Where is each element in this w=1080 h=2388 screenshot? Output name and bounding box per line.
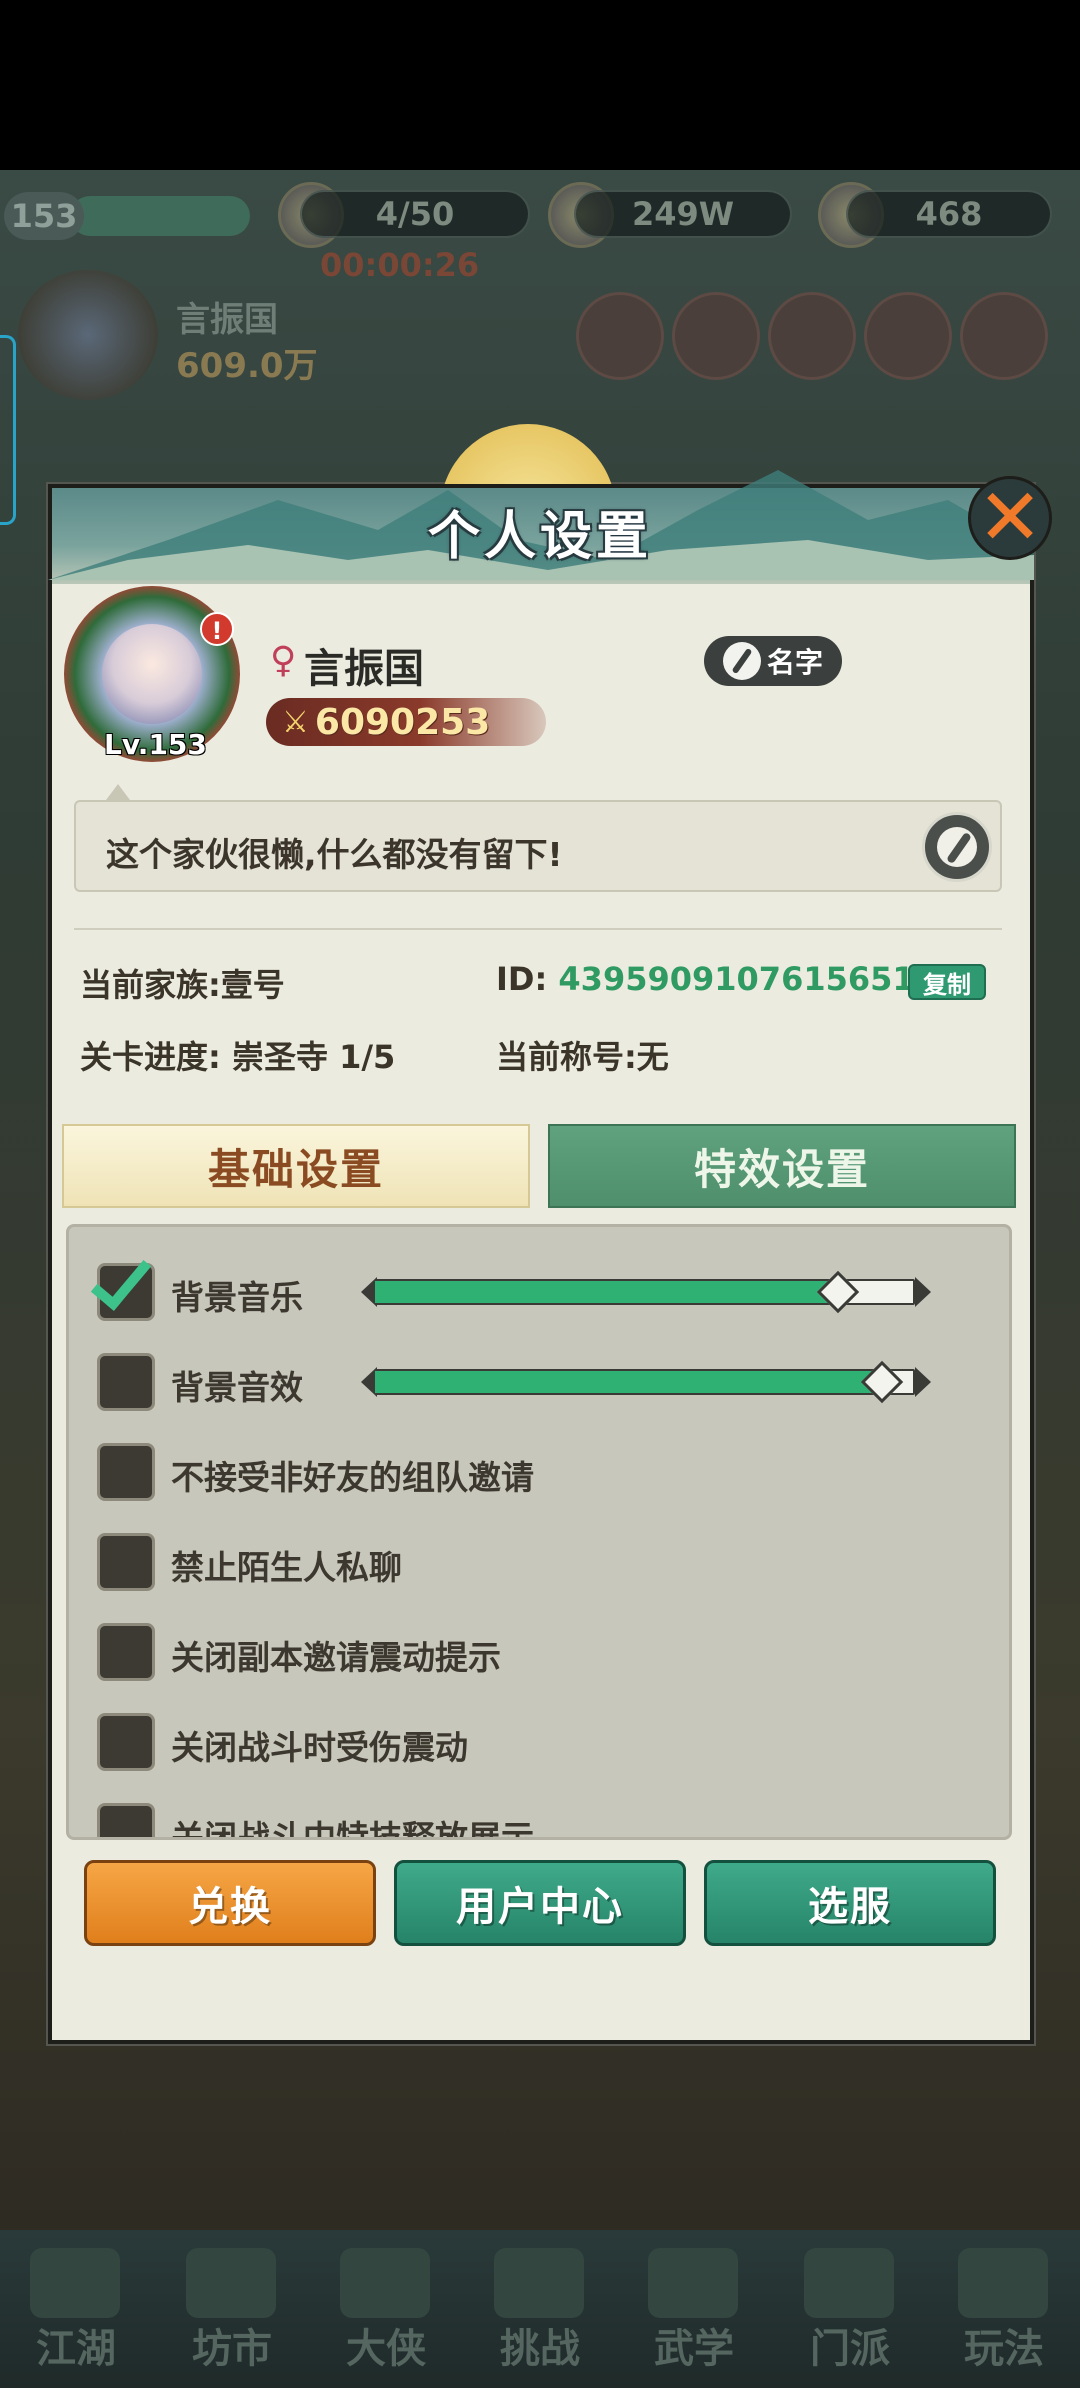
setting-label: 禁止陌生人私聊 bbox=[171, 1548, 402, 1587]
bg-exp-bar bbox=[70, 196, 250, 236]
signature-box: 这个家伙很懒,什么都没有留下! bbox=[74, 800, 1002, 892]
bg-menu-icon bbox=[576, 292, 664, 380]
bgm-checkbox[interactable] bbox=[90, 1247, 155, 1321]
setting-label: 背景音乐 bbox=[171, 1278, 303, 1317]
family-info: 当前家族:壹号 bbox=[80, 966, 285, 1004]
slider-knob[interactable] bbox=[860, 1360, 904, 1404]
slider-fill bbox=[375, 1371, 883, 1393]
side-tab bbox=[0, 335, 16, 525]
block-stranger-chat-checkbox[interactable] bbox=[97, 1533, 155, 1591]
bg-bottom-nav: 江湖 坊市 大侠 挑战 武学 门派 玩法 bbox=[0, 2230, 1080, 2388]
rename-label: 名字 bbox=[766, 646, 823, 679]
id-label: ID: bbox=[496, 960, 548, 998]
setting-label: 关闭副本邀请震动提示 bbox=[171, 1638, 501, 1677]
bg-player-name: 言振国 bbox=[176, 300, 278, 340]
user-center-button[interactable]: 用户中心 bbox=[394, 1860, 686, 1946]
setting-row-sfx: 背景音效 bbox=[97, 1353, 977, 1413]
bg-player-power: 609.0万 bbox=[176, 346, 318, 386]
edit-signature-brush-icon[interactable] bbox=[922, 812, 992, 882]
bg-resource-2: 249W bbox=[574, 190, 792, 238]
bg-resource-3: 468 bbox=[846, 190, 1052, 238]
bg-menu-icon bbox=[960, 292, 1048, 380]
arrow-right-icon bbox=[915, 1367, 931, 1397]
server-select-button[interactable]: 选服 bbox=[704, 1860, 996, 1946]
bg-menu-icon bbox=[864, 292, 952, 380]
nav-icon bbox=[186, 2248, 276, 2318]
bgm-volume-slider[interactable] bbox=[361, 1270, 931, 1314]
tab-basic-settings[interactable]: 基础设置 bbox=[62, 1124, 530, 1208]
nav-tiaozhan: 挑战 bbox=[500, 2326, 580, 2372]
slider-knob[interactable] bbox=[816, 1270, 860, 1314]
brush-icon bbox=[722, 642, 761, 680]
redeem-button[interactable]: 兑换 bbox=[84, 1860, 376, 1946]
female-gender-icon: ♀ bbox=[270, 640, 297, 681]
settings-panel[interactable]: 背景音乐 背景音效 不接受非好友的组队邀请 禁止陌生人私聊 关闭副本邀请震动提示 bbox=[66, 1224, 1012, 1840]
setting-label: 关闭战斗时受伤震动 bbox=[171, 1728, 468, 1767]
setting-label: 背景音效 bbox=[171, 1368, 303, 1407]
avatar-alert-badge: ! bbox=[200, 612, 234, 646]
divider bbox=[74, 928, 1002, 930]
avatar-level: Lv.153 bbox=[104, 728, 207, 761]
setting-label: 不接受非好友的组队邀请 bbox=[171, 1458, 534, 1497]
setting-row-bgm: 背景音乐 bbox=[90, 1247, 977, 1323]
nav-icon bbox=[30, 2248, 120, 2318]
skill-display-checkbox[interactable] bbox=[97, 1803, 155, 1837]
checkmark-icon bbox=[90, 1247, 152, 1311]
dungeon-invite-vibration-checkbox[interactable] bbox=[97, 1623, 155, 1681]
battle-hit-vibration-checkbox[interactable] bbox=[97, 1713, 155, 1771]
reject-team-invite-checkbox[interactable] bbox=[97, 1443, 155, 1501]
stage-progress: 关卡进度: 崇圣寺 1/5 bbox=[80, 1038, 396, 1076]
status-bar-area bbox=[0, 0, 1080, 170]
close-button[interactable]: ✕ bbox=[968, 476, 1052, 560]
signature-notch bbox=[106, 784, 130, 800]
bg-menu-icon bbox=[768, 292, 856, 380]
copy-id-button[interactable]: 复制 bbox=[908, 964, 986, 1000]
bg-menu-icon bbox=[672, 292, 760, 380]
nav-icon bbox=[958, 2248, 1048, 2318]
setting-row: 不接受非好友的组队邀请 bbox=[97, 1443, 977, 1503]
slider-fill bbox=[375, 1281, 838, 1303]
sfx-checkbox[interactable] bbox=[97, 1353, 155, 1411]
setting-row: 禁止陌生人私聊 bbox=[97, 1533, 977, 1593]
current-title: 当前称号:无 bbox=[496, 1038, 669, 1076]
bg-timer: 00:00:26 bbox=[320, 246, 480, 284]
bg-resource-1: 4/50 bbox=[300, 190, 530, 238]
nav-wuxue: 武学 bbox=[654, 2326, 734, 2372]
power-badge: ⚔ 6090253 bbox=[266, 698, 546, 746]
setting-row: 关闭战斗时受伤震动 bbox=[97, 1713, 977, 1773]
nav-menpai: 门派 bbox=[810, 2326, 890, 2372]
nav-icon bbox=[804, 2248, 894, 2318]
player-name: 言振国 bbox=[304, 646, 424, 692]
close-x-icon: ✕ bbox=[977, 473, 1043, 563]
bg-avatar bbox=[18, 270, 158, 400]
rename-button[interactable]: 名字 bbox=[704, 636, 842, 686]
nav-jianghu: 江湖 bbox=[36, 2326, 116, 2372]
nav-icon bbox=[494, 2248, 584, 2318]
signature-text: 这个家伙很懒,什么都没有留下! bbox=[106, 835, 563, 874]
sfx-volume-slider[interactable] bbox=[361, 1360, 931, 1404]
tab-effect-settings[interactable]: 特效设置 bbox=[548, 1124, 1016, 1208]
nav-daxia: 大侠 bbox=[346, 2326, 426, 2372]
avatar-portrait bbox=[102, 624, 202, 724]
avatar[interactable]: ! Lv.153 bbox=[64, 586, 240, 762]
arrow-right-icon bbox=[915, 1277, 931, 1307]
setting-row: 关闭战斗中特技释放展示 bbox=[97, 1803, 977, 1840]
setting-row: 关闭副本邀请震动提示 bbox=[97, 1623, 977, 1683]
dialog-title: 个人设置 bbox=[427, 507, 652, 567]
power-value: 6090253 bbox=[314, 701, 491, 743]
bg-level-badge: 153 bbox=[4, 192, 84, 240]
setting-label: 关闭战斗中特技释放展示 bbox=[171, 1818, 534, 1840]
crossed-swords-icon: ⚔ bbox=[282, 704, 309, 740]
nav-fangshi: 坊市 bbox=[192, 2326, 272, 2372]
nav-wanfa: 玩法 bbox=[964, 2326, 1044, 2372]
nav-icon bbox=[340, 2248, 430, 2318]
nav-icon bbox=[648, 2248, 738, 2318]
